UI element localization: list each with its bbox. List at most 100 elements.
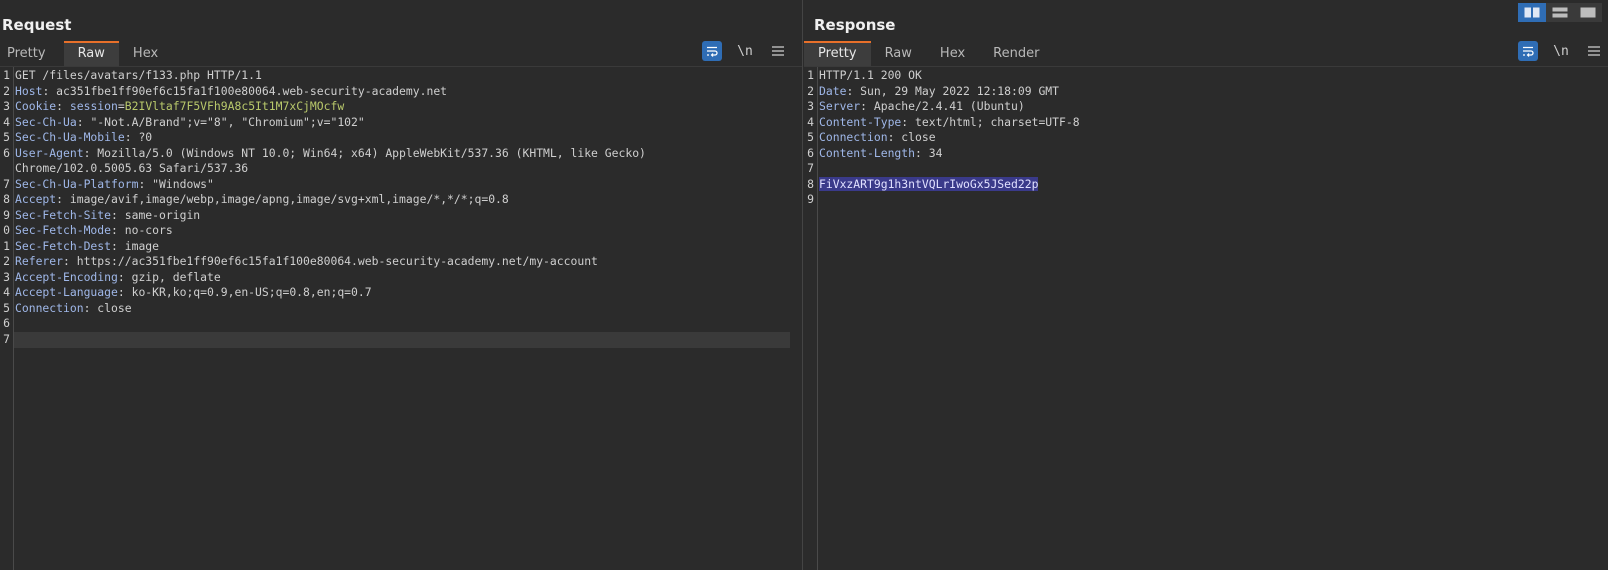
editor-line: 6 — [0, 316, 802, 332]
request-title: Request — [2, 16, 72, 34]
wrap-lines-icon[interactable] — [1518, 41, 1538, 61]
cookie-name: session — [69, 99, 118, 113]
request-tab-pretty[interactable]: Pretty — [0, 41, 64, 66]
header-value: : no-cors — [111, 223, 173, 237]
response-title: Response — [814, 16, 896, 34]
line-number: 5 — [807, 130, 814, 144]
editor-line: 2 Referer: https://ac351fbe1ff90ef6c15fa1… — [0, 254, 802, 270]
editor-line: 7 — [804, 161, 1608, 177]
editor-line: Chrome/102.0.5005.63 Safari/537.36 — [0, 161, 802, 177]
line-number: 9 — [807, 192, 814, 206]
header-name: Sec-Fetch-Mode — [15, 223, 112, 237]
editor-line: 2 Date: Sun, 29 May 2022 12:18:09 GMT — [804, 84, 1608, 100]
request-editor[interactable]: 1 GET /files/avatars/f133.php HTTP/1.1 2 Ho… — [0, 67, 802, 570]
line-content: Sec-Ch-Ua-Platform: "Windows" — [15, 177, 214, 193]
line-content: Host: ac351fbe1ff90ef6c15fa1f100e80064.w… — [15, 84, 447, 100]
line-content: GET /files/avatars/f133.php HTTP/1.1 — [15, 68, 262, 84]
line-number: 5 — [3, 300, 10, 315]
line-content: FiVxzART9g1h3ntVQLrIwoGx5JSed22p — [819, 176, 1039, 193]
line-number: 3 — [3, 99, 10, 113]
line-number: 0 — [3, 223, 10, 237]
response-editor[interactable]: 1 HTTP/1.1 200 OK 2 Date: Sun, 29 May 2022 … — [804, 67, 1608, 570]
line-number: 8 — [3, 192, 10, 206]
editor-line: 5 Sec-Ch-Ua-Mobile: ?0 — [0, 130, 802, 146]
editor-line: 3 Cookie: session=B2IVltaf7F5VFh9A8c5It1M… — [0, 99, 802, 115]
header-value: : ac351fbe1ff90ef6c15fa1f100e80064.web-s… — [42, 83, 448, 98]
selected-body-text[interactable]: FiVxzART9g1h3ntVQLrIwoGx5JSed22p — [819, 176, 1039, 191]
split-vertical-icon[interactable] — [1546, 3, 1574, 22]
hamburger-menu-icon[interactable] — [1584, 41, 1604, 61]
header-name: Accept — [15, 192, 57, 206]
wrap-lines-icon[interactable] — [702, 41, 722, 61]
response-toolbar: \n — [1518, 41, 1604, 61]
response-tab-raw[interactable]: Raw — [871, 41, 926, 66]
header-name: Cookie — [15, 99, 57, 113]
line-content: HTTP/1.1 200 OK — [819, 68, 922, 84]
header-name: Content-Type — [819, 114, 902, 129]
header-value: : Mozilla/5.0 (Windows NT 10.0; Win64; x… — [83, 145, 646, 160]
response-tab-render[interactable]: Render — [979, 41, 1053, 66]
request-tab-hex[interactable]: Hex — [119, 41, 172, 66]
editor-line: 9 Sec-Fetch-Site: same-origin — [0, 208, 802, 224]
header-name: Referer — [15, 254, 64, 268]
editor-line: 8 Accept: image/avif,image/webp,image/apn… — [0, 192, 802, 208]
editor-line: 0 Sec-Fetch-Mode: no-cors — [0, 223, 802, 239]
line-number: 1 — [3, 238, 10, 253]
header-value: : https://ac351fbe1ff90ef6c15fa1f100e800… — [63, 254, 598, 268]
line-number: 1 — [3, 68, 10, 82]
editor-line: 5 Connection: close — [804, 130, 1608, 146]
request-lines: 1 GET /files/avatars/f133.php HTTP/1.1 2 Ho… — [0, 68, 802, 348]
header-value: : same-origin — [111, 207, 201, 222]
header-name: Date — [819, 83, 847, 98]
cookie-value: B2IVltaf7F5VFh9A8c5It1M7xCjMOcfw — [124, 99, 345, 113]
header-value: : gzip, deflate — [117, 269, 221, 284]
line-content: Sec-Fetch-Mode: no-cors — [15, 223, 173, 239]
header-value: : close — [887, 130, 936, 144]
response-lines: 1 HTTP/1.1 200 OK 2 Date: Sun, 29 May 2022 … — [804, 68, 1608, 208]
header-value: : image/avif,image/webp,image/apng,image… — [56, 192, 509, 206]
header-name: Connection — [15, 300, 84, 315]
line-number: 5 — [3, 130, 10, 144]
response-tabs: Pretty Raw Hex Render — [804, 41, 1053, 66]
show-newlines-button[interactable]: \n — [736, 41, 754, 61]
line-number: 4 — [807, 114, 814, 129]
editor-line: 3 Accept-Encoding: gzip, deflate — [0, 270, 802, 286]
show-newlines-button[interactable]: \n — [1552, 41, 1570, 61]
line-content: Sec-Fetch-Site: same-origin — [15, 208, 200, 224]
header-value: : — [56, 99, 70, 113]
header-value: : ko-KR,ko;q=0.9,en-US;q=0.8,en;q=0.7 — [117, 285, 372, 299]
start-line: HTTP/1.1 200 OK — [819, 68, 922, 82]
header-value: : "-Not.A/Brand";v="8", "Chromium";v="10… — [76, 114, 365, 129]
header-name: Sec-Fetch-Site — [15, 207, 112, 222]
layout-buttons — [1518, 3, 1602, 22]
header-value: : Sun, 29 May 2022 12:18:09 GMT — [846, 83, 1060, 98]
header-value: : "Windows" — [138, 176, 214, 191]
line-number: 2 — [807, 83, 814, 98]
line-content: Date: Sun, 29 May 2022 12:18:09 GMT — [819, 84, 1059, 100]
editor-line: 1 Sec-Fetch-Dest: image — [0, 239, 802, 255]
line-content: Accept-Language: ko-KR,ko;q=0.9,en-US;q=… — [15, 285, 372, 301]
start-line: GET /files/avatars/f133.php HTTP/1.1 — [15, 68, 262, 82]
response-tab-hex[interactable]: Hex — [926, 41, 979, 66]
hamburger-menu-icon[interactable] — [768, 41, 788, 61]
header-value: : close — [83, 300, 132, 315]
header-name: Content-Length — [819, 145, 916, 160]
request-tab-raw[interactable]: Raw — [63, 41, 120, 66]
line-number: 6 — [3, 145, 10, 160]
line-content: Connection: close — [819, 130, 936, 146]
body-text: Chrome/102.0.5005.63 Safari/537.36 — [15, 161, 249, 175]
line-number: 7 — [3, 176, 10, 191]
header-name: Sec-Ch-Ua-Platform — [15, 176, 139, 191]
cookie-equals: = — [117, 99, 125, 113]
line-content: Accept: image/avif,image/webp,image/apng… — [15, 192, 509, 208]
response-tab-pretty[interactable]: Pretty — [804, 41, 871, 66]
header-name: User-Agent — [15, 145, 84, 160]
split-horizontal-icon[interactable] — [1518, 3, 1546, 22]
editor-line: 5 Connection: close — [0, 301, 802, 317]
header-value: : text/html; charset=UTF-8 — [901, 114, 1080, 129]
line-number: 4 — [3, 114, 10, 129]
single-pane-icon[interactable] — [1574, 3, 1602, 22]
editor-line: 7 Sec-Ch-Ua-Platform: "Windows" — [0, 177, 802, 193]
header-name: Sec-Fetch-Dest — [15, 238, 112, 253]
line-content: Content-Length: 34 — [819, 146, 942, 162]
